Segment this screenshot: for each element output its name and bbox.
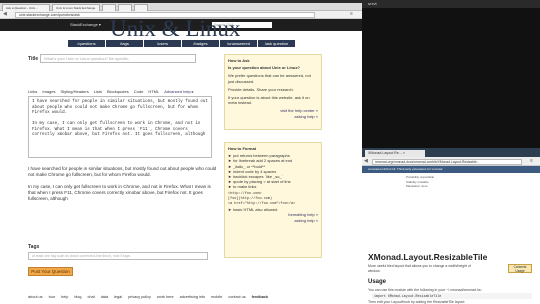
how-to-ask-text: If your question is about this website, … <box>228 95 310 106</box>
site-logo[interactable]: Unix & Linux <box>110 16 240 42</box>
tags-input[interactable]: at least one tag such as (bash command-l… <box>28 252 208 260</box>
footer-link[interactable]: blog <box>74 295 81 299</box>
usage-text: Then edit your LayoutHook by adding the … <box>368 300 466 304</box>
title-label: Title <box>28 56 39 62</box>
right-pane: urxvt XMonad.Layout.Re... × ◀ xmonad.org… <box>362 0 540 304</box>
nav-unanswered[interactable]: /unanswered <box>220 40 257 47</box>
terminal-title: urxvt <box>362 0 540 8</box>
back-icon[interactable]: ◀ <box>3 11 7 17</box>
nav-tags[interactable]: /tags <box>106 40 143 47</box>
footer-link[interactable]: work here <box>157 295 174 299</box>
toolbar-code[interactable]: Code <box>134 89 144 94</box>
footer-link[interactable]: contact us <box>228 295 245 299</box>
format-tip: ► to make links <box>228 184 257 190</box>
how-to-ask-text: We prefer questions that can be answered… <box>228 73 311 84</box>
url-input[interactable]: xmonad.org/xmonad-docs/xmonad-contrib/XM… <box>372 159 522 165</box>
post-question-button[interactable]: Post Your Question <box>28 267 73 276</box>
module-heading: XMonad.Layout.ResizableTile <box>368 252 488 262</box>
nav-ask-question[interactable]: /ask question <box>258 40 295 47</box>
how-to-format-heading: How to Format <box>228 146 256 151</box>
module-info: Portability unportable Stability unstabl… <box>406 175 536 225</box>
tab-strip: XMonad.Layout.Re... × <box>362 148 540 157</box>
stackexchange-menu[interactable]: StackExchange ▾ <box>70 22 101 27</box>
body-editor[interactable]: I have searched for people in similar si… <box>28 96 212 158</box>
preview-paragraph: I have searched for people in similar si… <box>28 166 217 177</box>
footer-link[interactable]: about us <box>28 295 43 299</box>
footer-link[interactable]: help <box>61 295 68 299</box>
nav-users[interactable]: /users <box>144 40 181 47</box>
toolbar-images[interactable]: Images <box>42 89 55 94</box>
info-row: Maintainer none <box>406 184 428 188</box>
footer-links: about us tour help blog chat data legal privacy… <box>28 295 274 299</box>
browser-tab[interactable]: Ask a Question - Unix... <box>2 4 50 11</box>
how-to-ask-question: Is your question about Unix or Linux? <box>228 65 301 71</box>
usage-text: You can use this module with the followi… <box>368 288 482 292</box>
browser-tab[interactable]: Unix & Linux Stack Exchange <box>52 4 100 11</box>
tab-strip: Ask a Question - Unix... Unix & Linux St… <box>0 3 362 11</box>
toolbar-html[interactable]: HTML <box>148 89 159 94</box>
how-to-ask-heading: How to Ask <box>228 58 250 63</box>
editor-toolbar: Links Images Styling/Headers Lists Blockquot… <box>28 89 212 96</box>
toolbar-lists[interactable]: Lists <box>94 89 102 94</box>
browser-tab[interactable] <box>118 4 132 11</box>
footer-link[interactable]: mobile <box>211 295 222 299</box>
back-icon[interactable]: ◀ <box>364 158 368 164</box>
code-block: import XMonad.Layout.ResizableTile <box>372 293 532 299</box>
module-description: More useful tiled layout that allows you… <box>368 264 471 273</box>
tags-label: Tags <box>28 244 40 250</box>
browser-tab[interactable] <box>102 4 116 11</box>
nav-questions[interactable]: /questions <box>68 40 105 47</box>
contents-box[interactable]: Contents Usage <box>508 264 532 273</box>
browser-tab[interactable]: XMonad.Layout.Re... × <box>365 150 425 157</box>
advanced-help-link[interactable]: Advanced help ▸ <box>164 89 194 94</box>
preview-paragraph: In my case, I can only get fullscreen to… <box>28 184 211 201</box>
browser-tab[interactable] <box>134 4 148 11</box>
usage-heading: Usage <box>368 279 387 285</box>
how-to-ask-box: How to Ask Is your question about Unix o… <box>224 54 322 130</box>
asking-help-link[interactable]: asking help » <box>228 218 318 223</box>
toolbar-styling[interactable]: Styling/Headers <box>60 89 88 94</box>
nav-badges[interactable]: /badges <box>182 40 219 47</box>
footer-link[interactable]: feedback <box>252 295 268 299</box>
footer-link[interactable]: tour <box>49 295 56 299</box>
browser-window-right: XMonad.Layout.Re... × ◀ xmonad.org/xmona… <box>362 148 540 304</box>
how-to-format-box: How to Format ► put returns between para… <box>224 142 322 258</box>
footer-link[interactable]: data <box>101 295 108 299</box>
menu-icon[interactable]: ≡ <box>350 11 353 17</box>
asking-help-link[interactable]: asking help » <box>228 114 318 119</box>
browser-window-left: Ask a Question - Unix... Unix & Linux St… <box>0 0 362 304</box>
address-bar: ◀ xmonad.org/xmonad-docs/xmonad-contrib/… <box>362 157 540 166</box>
footer-link[interactable]: advertising info <box>180 295 206 299</box>
toolbar-blockquotes[interactable]: Blockquotes <box>107 89 129 94</box>
footer-link[interactable]: legal <box>114 295 122 299</box>
menu-icon[interactable]: ≡ <box>530 158 533 164</box>
how-to-ask-text: Provide details. Share your research. <box>228 86 294 92</box>
title-input[interactable]: What's your Unix or Linux question? Be s… <box>40 54 196 63</box>
footer-link[interactable]: chat <box>88 295 95 299</box>
doc-topbar: xmonad-contrib-0.11: Third party extensi… <box>362 166 540 173</box>
footer-link[interactable]: privacy policy <box>128 295 151 299</box>
toolbar-links[interactable]: Links <box>28 89 37 94</box>
